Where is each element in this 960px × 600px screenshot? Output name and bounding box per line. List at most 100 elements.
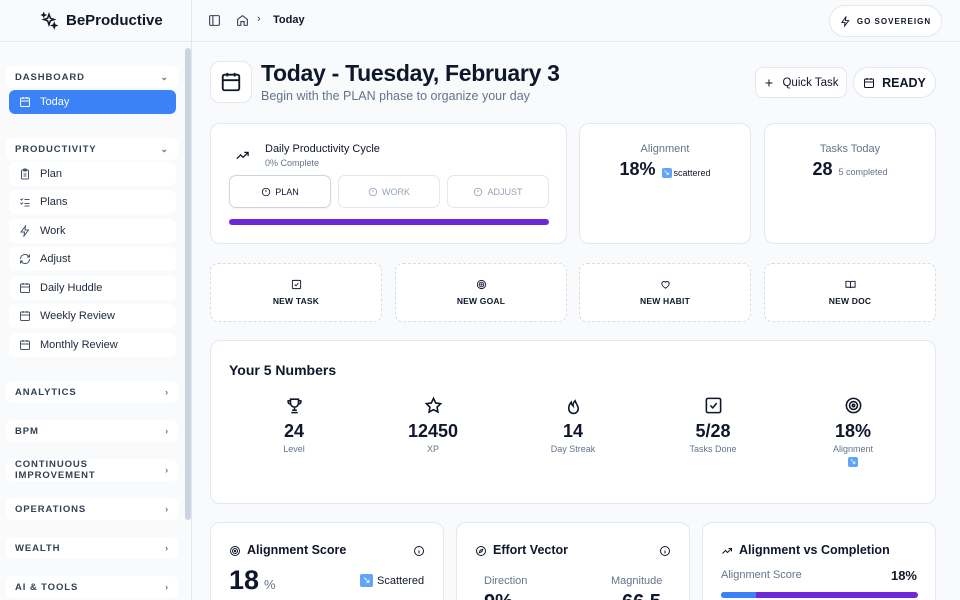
alignment-score-card: Alignment Score 18 % ↘ Scattered	[210, 522, 444, 600]
avc-progress-bar	[721, 592, 918, 598]
phase-plan-button[interactable]: PLAN	[229, 175, 331, 208]
sidebar-item-daily-huddle[interactable]: Daily Huddle	[9, 276, 176, 300]
clipboard-icon	[21, 168, 29, 180]
section-label: AI & TOOLS	[15, 581, 79, 593]
chevron-right-icon: ›	[165, 504, 169, 514]
list-checks-icon	[20, 198, 30, 207]
info-icon[interactable]	[413, 544, 425, 562]
alignment-score-unit: %	[264, 577, 276, 592]
arrow-down-right-icon: ↘	[661, 168, 672, 178]
five-numbers-card: Your 5 Numbers 24 Level 12450 XP 14 Day …	[210, 340, 936, 504]
sidebar-item-label: Plans	[40, 196, 68, 208]
sidebar-item-today[interactable]: Today	[9, 90, 176, 114]
avc-progress-fill	[721, 592, 757, 598]
effort-vector-title: Effort Vector	[493, 543, 569, 557]
new-task-button[interactable]: NEW TASK	[210, 263, 382, 322]
magnitude-label: Magnitude	[611, 575, 663, 587]
new-goal-button[interactable]: NEW GOAL	[395, 263, 567, 322]
sidebar-item-weekly-review[interactable]: Weekly Review	[9, 304, 176, 328]
section-label: CONTINUOUS IMPROVEMENT	[15, 459, 96, 481]
daily-cycle-card: Daily Productivity Cycle 0% Complete PLA…	[210, 123, 567, 244]
section-bpm[interactable]: BPM ›	[6, 420, 178, 442]
sidebar-scrollbar[interactable]	[185, 48, 191, 520]
quick-action-label: NEW TASK	[272, 296, 320, 306]
calendar-icon	[864, 77, 875, 88]
section-label: BPM	[15, 425, 39, 437]
phase-work-button[interactable]: WORK	[338, 175, 440, 208]
target-icon	[476, 279, 486, 290]
sidebar-item-label: Work	[40, 225, 66, 237]
quick-action-label: NEW HABIT	[640, 296, 690, 306]
compass-icon	[475, 544, 487, 562]
sidebar-item-work[interactable]: Work	[9, 219, 176, 243]
chevron-right-icon: ›	[165, 465, 169, 475]
arrow-down-right-icon: ↘	[360, 574, 373, 587]
alignment-label: Alignment	[640, 143, 690, 155]
section-wealth[interactable]: WEALTH ›	[6, 537, 178, 559]
section-operations[interactable]: OPERATIONS ›	[6, 498, 178, 520]
number-label: XP	[426, 444, 439, 454]
new-doc-button[interactable]: NEW DOC	[764, 263, 936, 322]
phase-adjust-button[interactable]: ADJUST	[447, 175, 549, 208]
clock-icon	[262, 187, 271, 196]
home-button[interactable]	[236, 14, 249, 32]
section-continuous-improvement[interactable]: CONTINUOUS IMPROVEMENT ›	[6, 459, 178, 481]
tasks-value: 28	[812, 159, 833, 179]
avc-row-value: 18%	[890, 568, 917, 583]
ready-button[interactable]: READY	[853, 67, 936, 98]
new-habit-button[interactable]: NEW HABIT	[579, 263, 751, 322]
check-square-icon	[291, 279, 301, 290]
tasks-today-card: Tasks Today 28 5 completed	[764, 123, 936, 244]
sidebar-toggle-button[interactable]	[208, 14, 221, 32]
info-icon[interactable]	[659, 544, 671, 562]
section-label: OPERATIONS	[15, 503, 87, 515]
alignment-value: 18%	[619, 159, 656, 179]
sidebar-item-adjust[interactable]: Adjust	[9, 247, 176, 271]
number-value: 14	[562, 421, 584, 441]
alignment-score-row: 18 %	[229, 565, 276, 596]
section-label: ANALYTICS	[15, 386, 77, 398]
chevron-down-icon: ⌄	[160, 71, 169, 82]
panel-left-icon	[209, 15, 220, 26]
section-ai-tools[interactable]: AI & TOOLS ›	[6, 576, 178, 598]
sidebar: BeProductive DASHBOARD ⌄ Today PRODUCTIVI…	[0, 0, 192, 600]
go-sovereign-label: GO SOVEREIGN	[856, 16, 932, 26]
brand[interactable]: BeProductive	[0, 0, 191, 42]
alignment-state: ↘ scattered	[661, 168, 711, 178]
section-dashboard[interactable]: DASHBOARD ⌄	[6, 66, 178, 88]
sidebar-item-label: Today	[40, 96, 70, 108]
avc-row-label: Alignment Score	[721, 569, 802, 581]
calendar-icon	[20, 311, 30, 321]
go-sovereign-button[interactable]: GO SOVEREIGN	[829, 5, 942, 37]
quick-action-label: NEW GOAL	[456, 296, 506, 306]
chevron-right-icon: ›	[165, 543, 169, 553]
calendar-icon	[20, 97, 30, 107]
check-square-icon	[705, 397, 721, 414]
calendar-icon	[20, 340, 30, 350]
clock-icon	[474, 187, 483, 196]
target-icon	[845, 397, 861, 414]
section-productivity[interactable]: PRODUCTIVITY ⌄	[6, 138, 178, 160]
page-title: Today - Tuesday, February 3	[261, 60, 560, 86]
sidebar-item-label: Weekly Review	[40, 310, 115, 322]
trophy-icon	[286, 398, 302, 414]
sidebar-item-monthly-review[interactable]: Monthly Review	[9, 333, 176, 357]
chevron-right-icon: ›	[165, 387, 169, 397]
alignment-score-value: 18	[229, 565, 260, 595]
page-subtitle: Begin with the PLAN phase to organize yo…	[261, 89, 530, 103]
number-value: 24	[283, 421, 305, 441]
sparkles-icon	[40, 11, 58, 30]
refresh-icon	[19, 253, 31, 265]
book-open-icon	[844, 280, 856, 289]
effort-vector-card: Effort Vector Direction 9% Magnitude 66.…	[456, 522, 690, 600]
home-icon	[237, 14, 248, 26]
alignment-row: 18% ↘ scattered	[580, 159, 750, 180]
page-icon	[210, 61, 252, 103]
quick-task-button[interactable]: Quick Task	[755, 67, 847, 98]
section-analytics[interactable]: ANALYTICS ›	[6, 381, 178, 403]
sidebar-item-plans[interactable]: Plans	[9, 190, 176, 214]
direction-label: Direction	[484, 575, 528, 587]
sidebar-item-plan[interactable]: Plan	[9, 162, 176, 186]
breadcrumb-current: Today	[273, 14, 305, 26]
magnitude-value: 66.5	[622, 591, 661, 600]
